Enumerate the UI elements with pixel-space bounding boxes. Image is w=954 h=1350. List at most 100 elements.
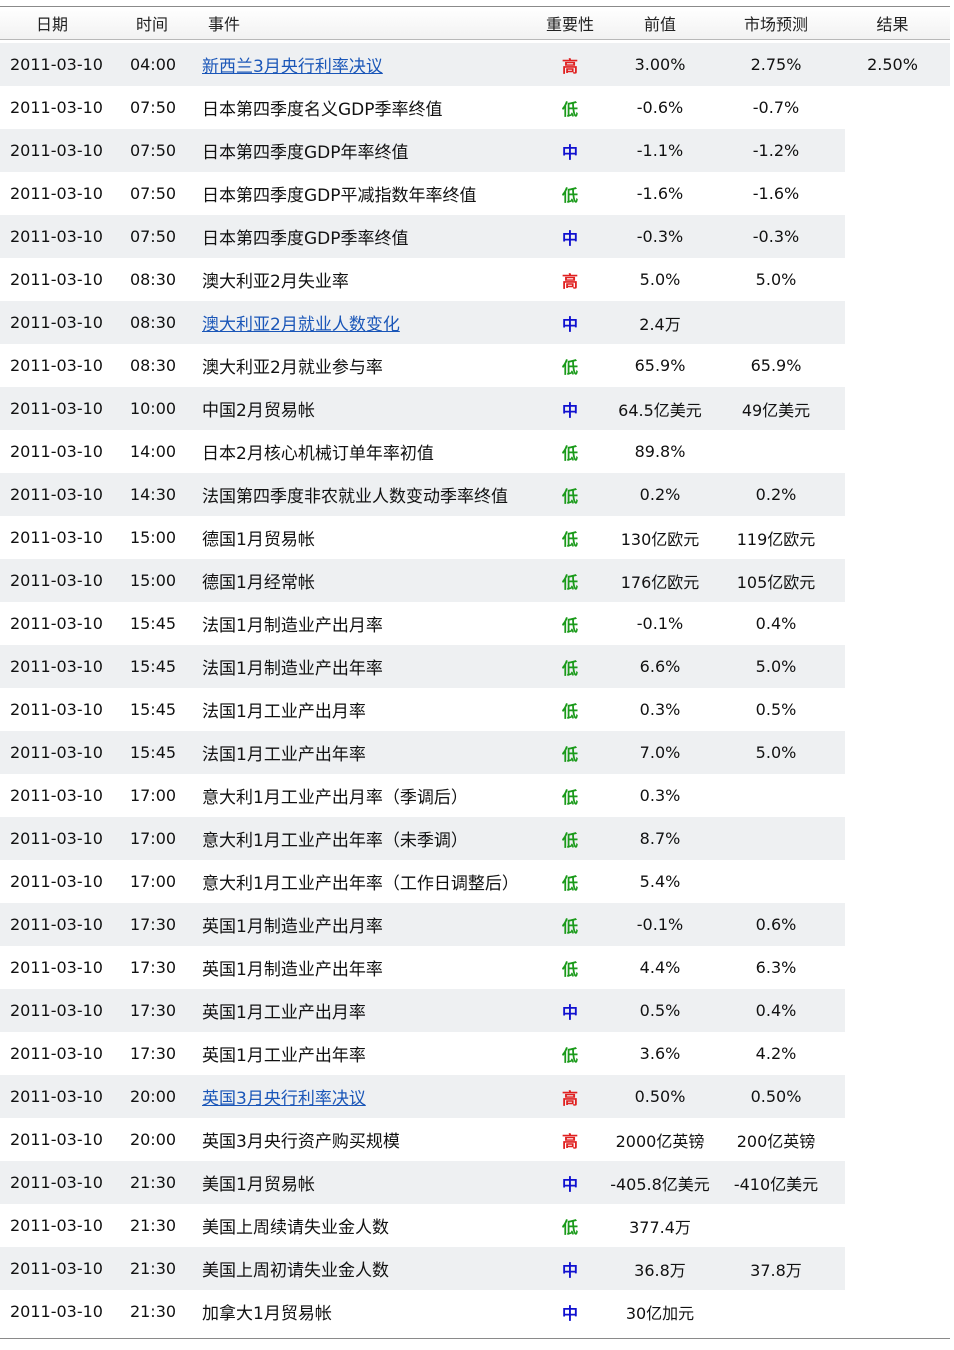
- row-forecast: 37.8万: [750, 1260, 802, 1280]
- row-time: 07:50: [129, 184, 177, 203]
- row-previous: -1.6%: [636, 184, 684, 203]
- table-row: 2011-03-10 17:30 英国1月工业产出月率 中 0.5% 0.4%: [0, 989, 950, 1032]
- row-date: 2011-03-10: [10, 313, 103, 332]
- row-previous: 3.00%: [634, 55, 686, 74]
- row-event-cell: 英国1月制造业产出月率: [202, 903, 532, 946]
- row-previous: 7.0%: [639, 743, 681, 762]
- row-previous: -0.1%: [636, 614, 684, 633]
- event-link[interactable]: 新西兰3月央行利率决议: [202, 52, 383, 77]
- importance-badge: 低: [561, 615, 578, 635]
- event-name: 日本第四季度名义GDP季率终值: [202, 100, 443, 120]
- row-date: 2011-03-10: [10, 829, 103, 848]
- table-row: 2011-03-10 15:00 德国1月贸易帐 低 130亿欧元 119亿欧元: [0, 516, 950, 559]
- row-date: 2011-03-10: [10, 614, 103, 633]
- row-forecast: 0.4%: [755, 614, 797, 633]
- bottom-divider: [0, 1338, 950, 1339]
- event-name: 英国3月央行资产购买规模: [202, 1132, 400, 1152]
- row-date: 2011-03-10: [10, 442, 103, 461]
- row-event-cell: 日本第四季度GDP年率终值: [202, 129, 532, 172]
- row-event-cell: 意大利1月工业产出年率（工作日调整后）: [202, 860, 532, 903]
- row-result: [840, 1161, 945, 1204]
- importance-badge: 低: [561, 658, 578, 678]
- row-event-cell: 中国2月贸易帐: [202, 387, 532, 430]
- table-row: 2011-03-10 15:00 德国1月经常帐 低 176亿欧元 105亿欧元: [0, 559, 950, 602]
- importance-badge: 低: [561, 959, 578, 979]
- event-name: 日本第四季度GDP季率终值: [202, 229, 409, 249]
- row-forecast: 65.9%: [750, 356, 802, 375]
- row-forecast: 0.4%: [755, 1001, 797, 1020]
- row-event-cell: 法国第四季度非农就业人数变动季率终值: [202, 473, 532, 516]
- row-result: [840, 344, 945, 387]
- row-event-cell: 法国1月工业产出月率: [202, 688, 532, 731]
- importance-badge: 低: [561, 873, 578, 893]
- row-time: 17:30: [129, 915, 177, 934]
- row-result: [840, 774, 945, 817]
- header-previous: 前值: [643, 15, 676, 34]
- row-event-cell: 法国1月制造业产出年率: [202, 645, 532, 688]
- row-time: 21:30: [129, 1216, 177, 1235]
- row-time: 15:45: [129, 743, 177, 762]
- event-link[interactable]: 澳大利亚2月就业人数变化: [202, 310, 400, 335]
- row-forecast: -0.3%: [752, 227, 800, 246]
- event-name: 加拿大1月贸易帐: [202, 1304, 332, 1324]
- economic-calendar: 日期 时间 事件 重要性 前值 市场预测 结果 2011-03-10 04:00 新…: [0, 0, 950, 1350]
- event-name: 德国1月贸易帐: [202, 530, 315, 550]
- row-previous: -1.1%: [636, 141, 684, 160]
- row-forecast: 5.0%: [755, 743, 797, 762]
- event-name: 中国2月贸易帐: [202, 401, 315, 421]
- row-result: [840, 1118, 945, 1161]
- table-row: 2011-03-10 07:50 日本第四季度GDP平减指数年率终值 低 -1.6% -1…: [0, 172, 950, 215]
- event-link[interactable]: 英国3月央行利率决议: [202, 1084, 366, 1109]
- row-time: 04:00: [129, 55, 177, 74]
- event-name: 美国上周续请失业金人数: [202, 1218, 389, 1238]
- event-name: 美国1月贸易帐: [202, 1175, 315, 1195]
- importance-badge: 中: [561, 1303, 578, 1323]
- importance-badge: 低: [561, 572, 578, 592]
- row-date: 2011-03-10: [10, 98, 103, 117]
- row-event-cell: 澳大利亚2月失业率: [202, 258, 532, 301]
- importance-badge: 低: [561, 701, 578, 721]
- row-previous: 65.9%: [634, 356, 686, 375]
- row-event-cell: 英国1月工业产出月率: [202, 989, 532, 1032]
- row-event-cell: 德国1月经常帐: [202, 559, 532, 602]
- table-row: 2011-03-10 14:30 法国第四季度非农就业人数变动季率终值 低 0.2% 0.…: [0, 473, 950, 516]
- importance-badge: 高: [561, 271, 578, 291]
- row-forecast: [712, 774, 840, 817]
- row-forecast: [712, 1290, 840, 1333]
- row-result: [840, 1290, 945, 1333]
- importance-badge: 低: [561, 744, 578, 764]
- row-previous: 0.3%: [639, 700, 681, 719]
- importance-badge: 中: [561, 228, 578, 248]
- table-row: 2011-03-10 15:45 法国1月制造业产出月率 低 -0.1% 0.4%: [0, 602, 950, 645]
- row-time: 17:30: [129, 1001, 177, 1020]
- row-forecast: 200亿英镑: [736, 1131, 816, 1151]
- row-previous: 30亿加元: [625, 1303, 695, 1323]
- row-time: 15:00: [129, 571, 177, 590]
- row-time: 17:00: [129, 786, 177, 805]
- importance-badge: 低: [561, 99, 578, 119]
- row-previous: 130亿欧元: [620, 529, 700, 549]
- row-time: 15:45: [129, 614, 177, 633]
- row-time: 15:45: [129, 700, 177, 719]
- importance-badge: 中: [561, 1260, 578, 1280]
- table-row: 2011-03-10 10:00 中国2月贸易帐 中 64.5亿美元 49亿美元: [0, 387, 950, 430]
- row-event-cell: 加拿大1月贸易帐: [202, 1290, 532, 1333]
- row-result: [840, 86, 945, 129]
- row-forecast: 5.0%: [755, 657, 797, 676]
- table-row: 2011-03-10 08:30 澳大利亚2月失业率 高 5.0% 5.0%: [0, 258, 950, 301]
- row-date: 2011-03-10: [10, 1173, 103, 1192]
- event-name: 法国1月工业产出年率: [202, 745, 366, 765]
- row-date: 2011-03-10: [10, 743, 103, 762]
- importance-badge: 低: [561, 185, 578, 205]
- event-name: 意大利1月工业产出年率（工作日调整后）: [202, 874, 519, 894]
- row-forecast: [712, 860, 840, 903]
- importance-badge: 低: [561, 1045, 578, 1065]
- row-previous: -405.8亿美元: [610, 1174, 710, 1194]
- row-forecast: 0.6%: [755, 915, 797, 934]
- event-name: 法国第四季度非农就业人数变动季率终值: [202, 487, 508, 507]
- row-previous: 377.4万: [629, 1217, 691, 1237]
- importance-badge: 中: [561, 314, 578, 334]
- row-forecast: 0.50%: [750, 1087, 802, 1106]
- row-time: 07:50: [129, 98, 177, 117]
- row-result: [840, 602, 945, 645]
